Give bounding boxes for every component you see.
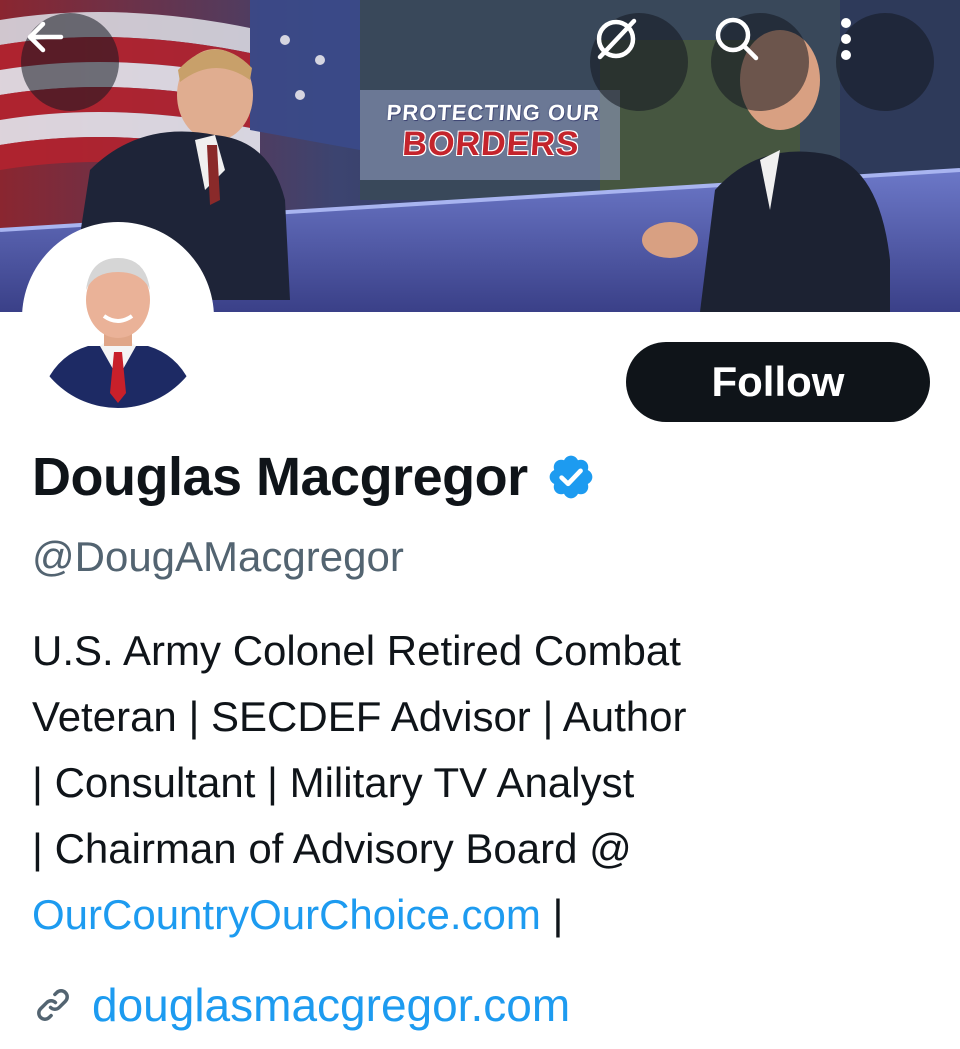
verified-badge-icon[interactable] bbox=[546, 452, 596, 502]
search-button[interactable] bbox=[711, 13, 809, 111]
more-options-button[interactable] bbox=[836, 13, 934, 111]
website-row: douglasmacgregor.com bbox=[32, 978, 570, 1032]
follow-button[interactable]: Follow bbox=[626, 342, 930, 422]
bio-line: OurCountryOurChoice.com | bbox=[32, 882, 932, 948]
avatar[interactable] bbox=[22, 222, 214, 414]
display-name: Douglas Macgregor bbox=[32, 447, 528, 507]
profile-handle: @DougAMacgregor bbox=[32, 533, 404, 580]
vertical-ellipsis-icon bbox=[841, 18, 851, 60]
avatar-image bbox=[28, 228, 208, 408]
grok-button[interactable] bbox=[590, 13, 688, 111]
profile-name-row: Douglas Macgregor bbox=[32, 446, 596, 508]
bio-link[interactable]: OurCountryOurChoice.com bbox=[32, 891, 541, 938]
bio-line: | Consultant | Military TV Analyst bbox=[32, 759, 635, 806]
arrow-left-icon bbox=[27, 21, 64, 53]
banner-caption-line2: BORDERS bbox=[401, 125, 581, 163]
banner-caption-line1: PROTECTING OUR bbox=[385, 100, 601, 125]
bio-line: | Chairman of Advisory Board @ bbox=[32, 825, 632, 872]
back-button[interactable] bbox=[21, 13, 119, 111]
link-icon bbox=[37, 989, 69, 1021]
bio-line: Veteran | SECDEF Advisor | Author bbox=[32, 693, 687, 740]
search-icon bbox=[715, 17, 759, 61]
slashed-circle-icon bbox=[596, 18, 637, 60]
bio-separator: | bbox=[540, 891, 564, 938]
banner-caption: PROTECTING OUR BORDERS bbox=[370, 100, 614, 163]
bio-line: U.S. Army Colonel Retired Combat bbox=[32, 627, 681, 674]
website-link[interactable]: douglasmacgregor.com bbox=[92, 978, 570, 1032]
profile-bio: U.S. Army Colonel Retired Combat Veteran… bbox=[32, 618, 932, 948]
